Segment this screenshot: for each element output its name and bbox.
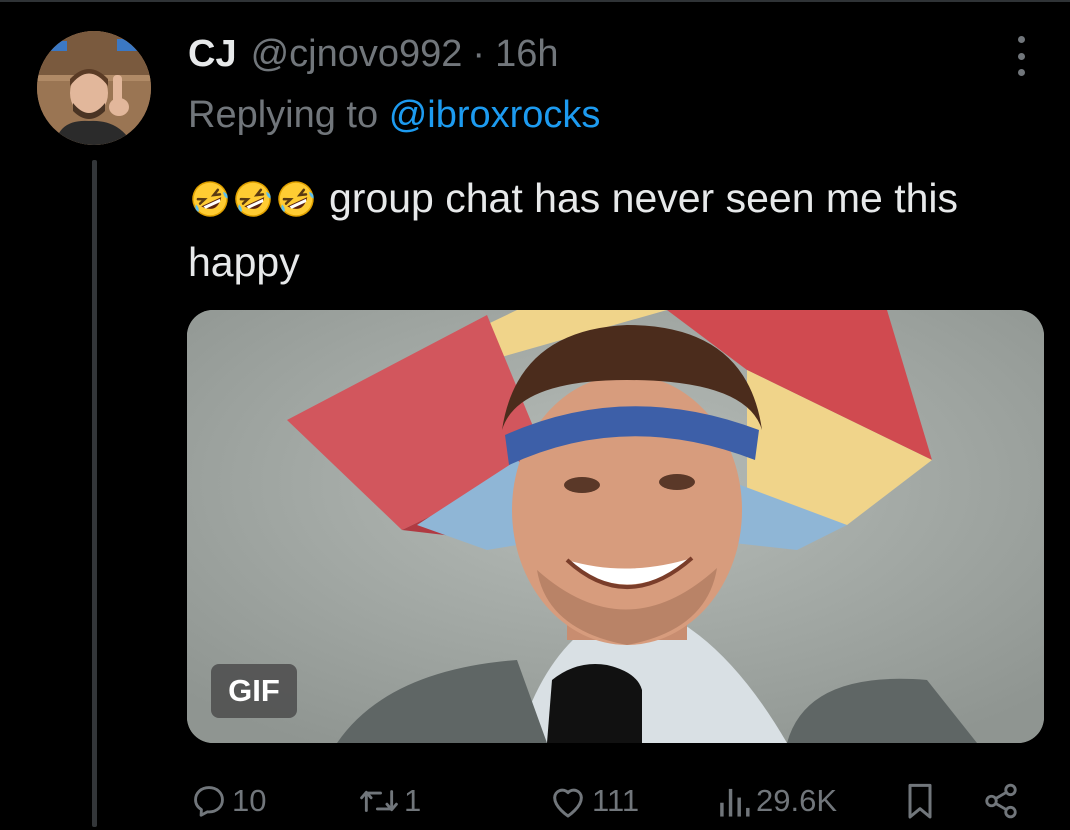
views-button[interactable]: 29.6K [716,782,837,820]
tweet-text: group chat has never seen me this happy [188,166,1048,294]
author-name[interactable]: CJ [188,33,237,76]
rolling-on-floor-laughing-emoji [235,181,271,217]
avatar[interactable] [37,31,151,145]
replying-to-handle-link[interactable]: @ibroxrocks [389,94,601,136]
bookmark-button[interactable] [904,782,936,822]
repost-count: 1 [404,783,422,818]
replying-to-line: Replying to @ibroxrocks [188,94,600,137]
heart-icon [553,788,583,818]
more-options-icon[interactable] [1010,36,1032,76]
reply-button[interactable]: 10 [190,782,266,820]
reply-count: 10 [232,783,267,818]
action-bar: 10 1 111 29.6K [0,770,1070,830]
share-icon [985,783,1017,819]
avatar-image [37,31,151,145]
bookmark-icon [908,783,932,819]
timestamp[interactable]: 16h [495,33,558,76]
gif-media[interactable]: GIF [187,310,1044,743]
top-divider [0,0,1070,2]
replying-to-label: Replying to [188,94,379,136]
like-count: 111 [592,783,640,818]
repost-icon [360,790,398,812]
separator-dot: · [472,32,486,75]
tweet-header: CJ @cjnovo992 · 16h [188,28,558,80]
share-button[interactable] [982,782,1020,820]
like-button[interactable]: 111 [548,782,639,820]
views-count: 29.6K [756,783,838,818]
reply-icon [194,786,224,817]
gif-preview-image [187,310,1044,743]
repost-button[interactable]: 1 [358,782,421,820]
rolling-on-floor-laughing-emoji [192,181,228,217]
analytics-icon [720,788,750,817]
gif-badge: GIF [211,664,297,718]
rolling-on-floor-laughing-emoji [278,181,314,217]
emoji-group [188,178,317,220]
thread-connector-line [92,160,97,827]
author-handle[interactable]: @cjnovo992 [251,33,463,76]
